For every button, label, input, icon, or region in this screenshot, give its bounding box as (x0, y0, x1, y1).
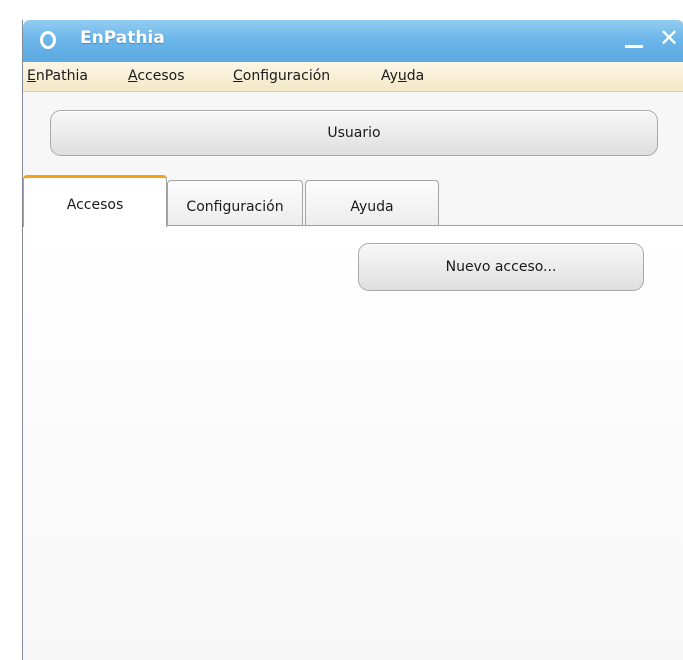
title-bar[interactable]: EnPathia ✕ (23, 20, 683, 62)
menu-configuracion[interactable]: Configuración (233, 68, 330, 84)
menu-accesos[interactable]: Accesos (128, 68, 185, 84)
app-logo-icon (40, 31, 56, 49)
tab-panel-accesos: Nuevo acceso... (23, 225, 683, 660)
new-access-button[interactable]: Nuevo acceso... (358, 243, 644, 291)
user-button[interactable]: Usuario (50, 110, 658, 156)
tab-ayuda[interactable]: Ayuda (305, 180, 439, 225)
close-button[interactable]: ✕ (656, 24, 682, 52)
minimize-button[interactable] (624, 28, 644, 52)
window-title: EnPathia (80, 28, 165, 48)
tab-configuracion[interactable]: Configuración (167, 180, 303, 225)
tab-accesos[interactable]: Accesos (23, 175, 167, 227)
menu-ayuda[interactable]: Ayuda (381, 68, 424, 84)
menu-bar: EnPathia Accesos Configuración Ayuda (23, 62, 683, 92)
app-window: EnPathia ✕ EnPathia Accesos Configuració… (22, 20, 683, 660)
menu-enpathia[interactable]: EnPathia (27, 68, 88, 84)
